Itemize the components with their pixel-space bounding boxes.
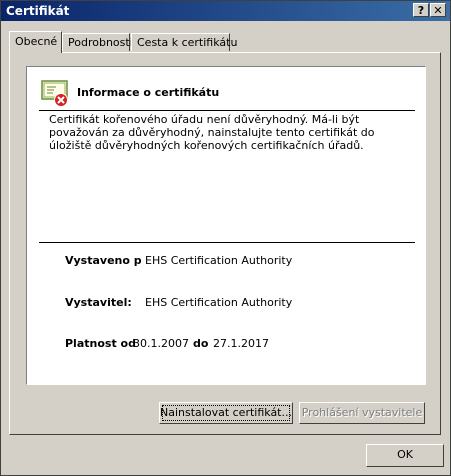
install-certificate-button[interactable]: Nainstalovat certifikát... bbox=[159, 402, 293, 424]
issued-to-value[interactable]: EHS Certification Authority bbox=[145, 254, 292, 267]
tab-details[interactable]: Podrobnosti bbox=[62, 33, 133, 51]
trust-warning-message: Certifikát kořenového úřadu není důvěryh… bbox=[49, 113, 375, 152]
ok-button[interactable]: OK bbox=[366, 444, 444, 467]
valid-from-label: Platnost od bbox=[65, 337, 136, 350]
help-button[interactable]: ? bbox=[413, 3, 429, 17]
divider-top bbox=[39, 110, 415, 111]
tab-general[interactable]: Obecné bbox=[9, 31, 62, 53]
divider-bottom bbox=[39, 242, 415, 243]
title-bar[interactable]: Certifikát ? ✕ bbox=[1, 1, 450, 21]
valid-to-value[interactable]: 27.1.2017 bbox=[213, 337, 269, 350]
certificate-info-box: Informace o certifikátu Certifikát kořen… bbox=[26, 66, 426, 385]
window-title: Certifikát bbox=[6, 4, 70, 18]
certificate-error-icon bbox=[41, 80, 68, 107]
certificate-dialog: Certifikát ? ✕ Obecné Podrobnosti Cesta … bbox=[0, 0, 451, 476]
issuer-statement-button[interactable]: Prohlášení vystavitele bbox=[299, 402, 425, 424]
valid-from-value[interactable]: 30.1.2007 bbox=[133, 337, 189, 350]
issuer-label: Vystavitel: bbox=[65, 296, 132, 309]
valid-to-label: do bbox=[193, 337, 209, 350]
tab-panel-general: Informace o certifikátu Certifikát kořen… bbox=[9, 52, 441, 435]
close-button[interactable]: ✕ bbox=[430, 3, 446, 17]
issuer-value[interactable]: EHS Certification Authority bbox=[145, 296, 292, 309]
info-heading: Informace o certifikátu bbox=[77, 86, 220, 99]
issued-to-label: Vystaveno pro: bbox=[65, 254, 141, 267]
tab-certification-path[interactable]: Cesta k certifikátu bbox=[131, 33, 237, 51]
